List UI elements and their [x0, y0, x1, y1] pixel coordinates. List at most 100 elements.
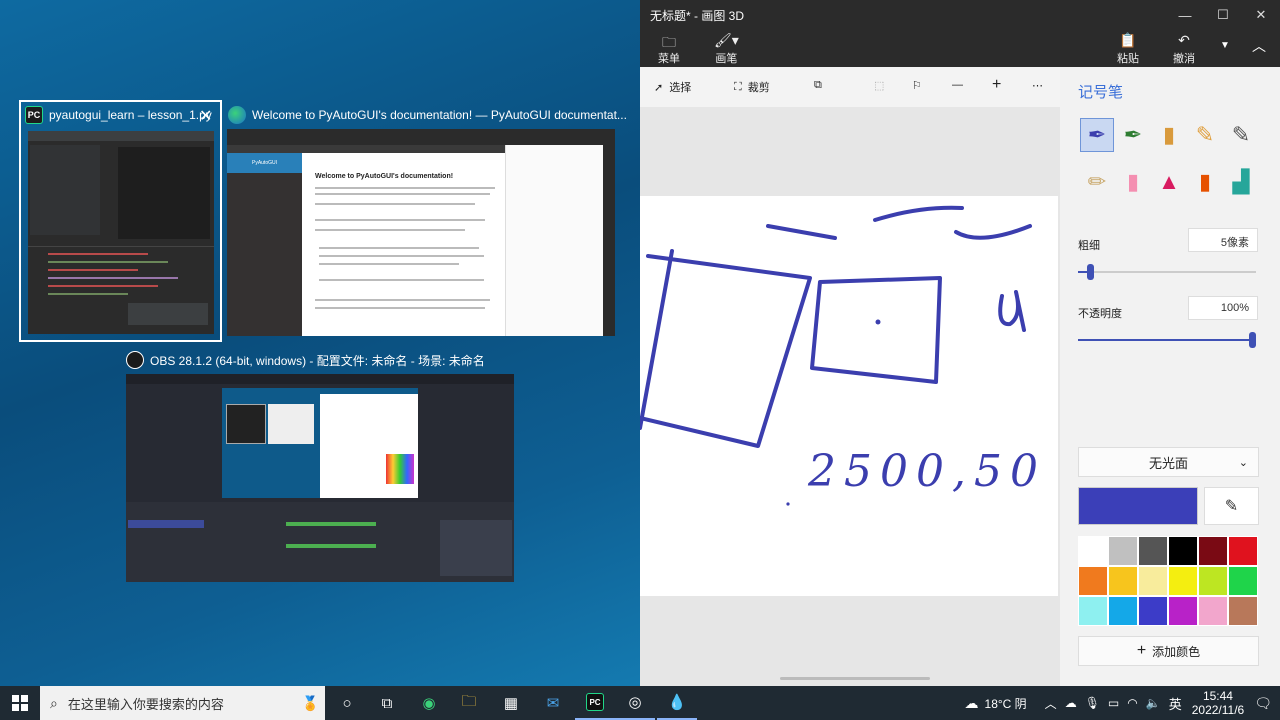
finish-dropdown[interactable]: 无光面 ⌄	[1078, 447, 1259, 477]
drawing-strokes	[640, 205, 1032, 506]
magic-select-icon[interactable]: ⧉	[814, 79, 822, 92]
microphone-icon[interactable]: 🎙	[1085, 696, 1100, 710]
search-placeholder: 在这里输入你要搜索的内容	[67, 696, 224, 712]
paint3d-taskbar-icon[interactable]: 💧	[657, 686, 697, 720]
edge-thumbnail[interactable]: PyAutoGUI Welcome to PyAutoGUI's documen…	[227, 129, 615, 336]
palette-swatch-3[interactable]	[1168, 536, 1198, 566]
spray-can-brush[interactable]: ▮	[1188, 165, 1222, 199]
close-window-icon[interactable]: ✕	[1242, 0, 1280, 30]
opacity-slider[interactable]	[1078, 332, 1256, 348]
close-icon[interactable]: ✕	[199, 106, 212, 126]
add-color-button[interactable]: + 添加颜色	[1078, 636, 1259, 666]
stroke-small-box	[810, 276, 942, 384]
file-explorer-icon[interactable]: 🗀	[449, 686, 489, 720]
minimize-icon[interactable]: —	[1166, 0, 1204, 30]
palette-swatch-5[interactable]	[1228, 536, 1258, 566]
crayon-brush[interactable]: ▲	[1152, 165, 1186, 199]
clock[interactable]: 15:44 2022/11/6	[1192, 689, 1245, 717]
edge-taskbar-icon[interactable]: ◉	[409, 686, 449, 720]
maximize-icon[interactable]: ☐	[1204, 0, 1242, 30]
folder-icon: 🗀	[662, 34, 676, 50]
mail-icon[interactable]: ✉	[533, 686, 573, 720]
thickness-slider-thumb[interactable]	[1087, 264, 1094, 280]
palette-swatch-4[interactable]	[1198, 536, 1228, 566]
drawing-canvas[interactable]: 2500,50	[640, 196, 1058, 596]
current-color-swatch[interactable]	[1078, 487, 1198, 525]
watercolor-brush[interactable]: ✎	[1188, 118, 1222, 152]
menu-button[interactable]: 🗀 菜单	[658, 32, 680, 66]
history-dropdown-icon[interactable]: ▼	[1220, 40, 1230, 51]
calligraphy-pen-brush[interactable]: ✒	[1116, 118, 1150, 152]
canvas-scrollbar[interactable]	[780, 677, 930, 680]
thickness-slider[interactable]	[1078, 264, 1256, 280]
store-icon[interactable]: ▦	[491, 686, 531, 720]
palette-swatch-1[interactable]	[1108, 536, 1138, 566]
palette-swatch-12[interactable]	[1078, 596, 1108, 626]
wifi-icon[interactable]: ◠	[1127, 696, 1137, 710]
onedrive-icon[interactable]: ☁	[1065, 696, 1077, 710]
pixel-pen-brush[interactable]: ✎	[1224, 118, 1258, 152]
flag-icon[interactable]: ⚐	[912, 79, 922, 92]
notification-icon[interactable]: 🗨	[1254, 695, 1272, 712]
stroke-letter	[998, 290, 1026, 332]
obs-taskbar-icon[interactable]: ◎	[615, 686, 655, 720]
pycharm-thumbnail[interactable]	[28, 131, 214, 334]
eyedropper-button[interactable]: ✎	[1204, 487, 1259, 525]
palette-swatch-10[interactable]	[1198, 566, 1228, 596]
palette-swatch-2[interactable]	[1138, 536, 1168, 566]
stroke-line-2	[873, 205, 964, 222]
undo-button[interactable]: ↶ 撤消	[1173, 32, 1195, 66]
palette-swatch-11[interactable]	[1228, 566, 1258, 596]
palette-swatch-16[interactable]	[1198, 596, 1228, 626]
palette-swatch-17[interactable]	[1228, 596, 1258, 626]
opacity-input[interactable]: 100%	[1188, 296, 1258, 320]
select-tool[interactable]: ➚ 选择	[654, 79, 691, 95]
eraser-brush[interactable]: ▮	[1116, 165, 1150, 199]
menu-label: 菜单	[658, 53, 680, 65]
palette-swatch-6[interactable]	[1078, 566, 1108, 596]
paste-button[interactable]: 📋 粘贴	[1117, 32, 1139, 66]
zoom-in-icon[interactable]: +	[992, 76, 1001, 94]
network-icon[interactable]: ▭	[1108, 696, 1119, 710]
brushes-label: 画笔	[715, 53, 738, 65]
brushes-button[interactable]: 🖌▾ 画笔	[714, 32, 739, 66]
show-hidden-icons[interactable]: ︿	[1045, 695, 1057, 712]
opacity-slider-thumb[interactable]	[1249, 332, 1256, 348]
more-icon[interactable]: ⋯	[1032, 79, 1043, 92]
palette-swatch-15[interactable]	[1168, 596, 1198, 626]
thickness-input[interactable]: 5像素	[1188, 228, 1258, 252]
start-button[interactable]	[0, 686, 40, 720]
stroke-dot-2	[786, 502, 790, 506]
palette-swatch-14[interactable]	[1138, 596, 1168, 626]
marker-brush[interactable]: ✒	[1080, 118, 1114, 152]
select-label: 选择	[669, 82, 692, 94]
weather-text[interactable]: 18°C 阴	[985, 695, 1027, 712]
spray-can-icon: ▮	[1198, 169, 1212, 194]
zoom-out-icon[interactable]: —	[952, 79, 963, 91]
crayon-icon: ▲	[1158, 169, 1180, 194]
pencil-brush[interactable]: ✏	[1080, 165, 1114, 199]
fill-bucket-brush[interactable]: ▟	[1224, 165, 1258, 199]
pycharm-taskbar-icon[interactable]: PC	[575, 686, 615, 720]
cortana-icon[interactable]: ○	[327, 686, 367, 720]
panel-title: 记号笔	[1078, 84, 1124, 101]
palette-swatch-7[interactable]	[1108, 566, 1138, 596]
stroke-curve	[954, 224, 1032, 240]
ime-indicator[interactable]: 英	[1169, 694, 1182, 713]
window-title-edge[interactable]: Welcome to PyAutoGUI's documentation! — …	[228, 106, 627, 124]
palette-swatch-13[interactable]	[1108, 596, 1138, 626]
window-title-pycharm[interactable]: PC pyautogui_learn – lesson_1.py	[25, 106, 212, 124]
obs-thumbnail[interactable]	[126, 374, 514, 582]
collapse-ribbon-icon[interactable]: ︿	[1252, 36, 1266, 56]
volume-icon[interactable]: 🔈	[1146, 696, 1161, 710]
obs-title-text: OBS 28.1.2 (64-bit, windows) - 配置文件: 未命名…	[150, 353, 485, 368]
crop-tool[interactable]: ⛶ 裁剪	[734, 79, 770, 95]
taskbar-search[interactable]: ⌕ 在这里输入你要搜索的内容 🏅	[40, 686, 325, 720]
palette-swatch-8[interactable]	[1138, 566, 1168, 596]
oil-brush[interactable]: ▮	[1152, 118, 1186, 152]
palette-swatch-0[interactable]	[1078, 536, 1108, 566]
window-title-obs[interactable]: OBS 28.1.2 (64-bit, windows) - 配置文件: 未命名…	[126, 351, 485, 369]
task-view-icon[interactable]: ⧉	[367, 686, 407, 720]
palette-swatch-9[interactable]	[1168, 566, 1198, 596]
crop-label: 裁剪	[747, 82, 770, 94]
